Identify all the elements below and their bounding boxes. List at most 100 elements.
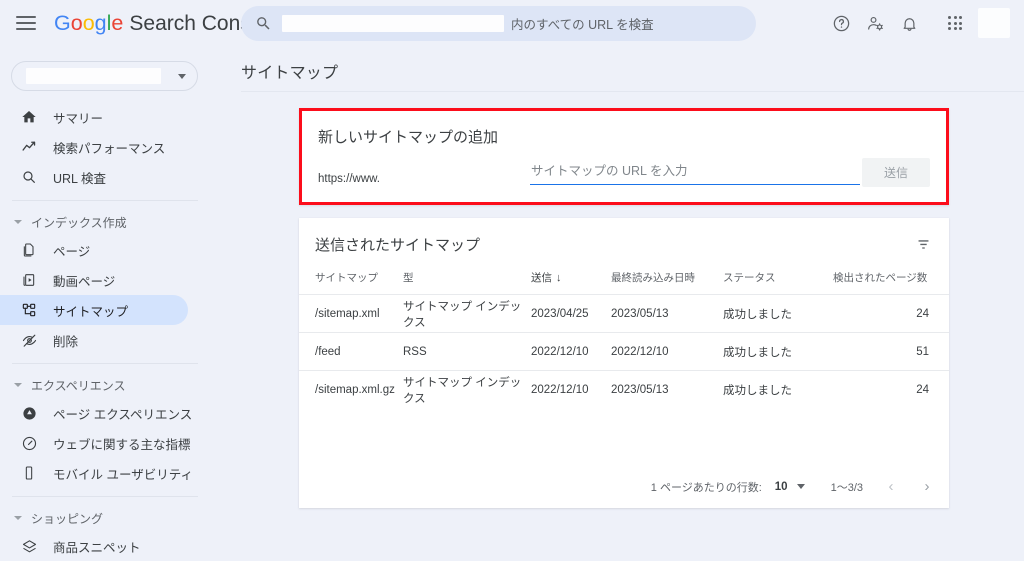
menu-icon[interactable] [16,16,36,30]
cell-discovered-pages: 51 [833,332,949,371]
sidebar-item-label: モバイル ユーザビリティ [53,467,193,482]
sidebar-section-indexing[interactable]: インデックス作成 [0,209,210,235]
sidebar-item-label: 検索パフォーマンス [53,141,166,156]
sidebar-divider [12,496,198,497]
status-badge: 成功しました [723,294,833,333]
search-icon [255,15,272,32]
title-divider [241,91,1024,92]
add-sitemap-card: 新しいサイトマップの追加 https://www. 送信 [299,108,949,205]
submitted-sitemaps-card: 送信されたサイトマップ サイトマップ 型 送信 ↓ 最終読み込み日時 ステータス … [299,218,949,508]
table-body: /sitemap.xml サイトマップ インデックス 2023/04/25 20… [299,294,949,409]
property-selector[interactable] [11,61,198,91]
chevron-down-icon [14,516,22,520]
sidebar-item-label: ウェブに関する主な指標 [53,437,191,452]
logo-letter-g2: g [94,10,107,35]
chevron-down-icon [14,220,22,224]
notifications-bell-icon[interactable] [892,6,926,40]
logo-letter-e: e [111,10,124,35]
sidebar-item-core-web-vitals[interactable]: ウェブに関する主な指標 [0,428,191,458]
sidebar-item-pages[interactable]: ページ [0,235,188,265]
table-row[interactable]: /feed RSS 2022/12/10 2022/12/10 成功しました 5… [299,332,949,371]
cell-sitemap: /feed [299,332,403,371]
cell-discovered-pages: 24 [833,294,949,333]
rows-per-page-value[interactable]: 10 [775,481,788,493]
sidebar-item-label: ページ エクスペリエンス [53,407,193,422]
sidebar-section-label: ショッピング [31,511,104,526]
sidebar-item-label: ページ [53,244,91,259]
sidebar-section-label: インデックス作成 [31,215,127,230]
sidebar-item-page-experience[interactable]: ページ エクスペリエンス [0,398,192,428]
add-sitemap-title: 新しいサイトマップの追加 [318,129,499,146]
cell-type: RSS [403,332,531,371]
domain-redacted [383,173,478,185]
table-row[interactable]: /sitemap.xml.gz サイトマップ インデックス 2022/12/10… [299,370,949,409]
logo-letter-g: G [54,10,71,35]
sidebar-section-shopping[interactable]: ショッピング [0,505,210,531]
sort-arrow-icon: ↓ [556,272,562,284]
sidebar-item-label: サマリー [53,111,104,126]
trending-up-icon [20,138,38,156]
url-prefix-label: https://www. [318,173,380,185]
status-badge: 成功しました [723,370,833,409]
search-icon [20,168,38,186]
rows-per-page-label: 1 ページあたりの行数: [650,481,762,494]
sidebar-item-product-snippets[interactable]: 商品スニペット [0,531,188,561]
page-experience-icon [20,404,38,422]
sitemap-url-input[interactable] [530,161,860,185]
sidebar-item-mobile-usability[interactable]: モバイル ユーザビリティ [0,458,193,488]
sitemap-url-field-wrap [530,161,860,185]
column-header-submitted[interactable]: 送信 ↓ [531,270,611,295]
search-placeholder: 内のすべての URL を検査 [511,18,654,32]
sidebar-divider [12,200,198,201]
chevron-down-icon[interactable] [796,484,805,489]
primary-nav: サマリー 検索パフォーマンス URL 検査 [0,102,210,192]
sidebar-item-summary[interactable]: サマリー [0,102,188,132]
column-header-discovered-pages[interactable]: 検出されたページ数 [833,270,949,295]
home-icon [20,108,38,126]
cell-submitted: 2022/12/10 [531,370,611,409]
sidebar-divider [12,363,198,364]
cell-sitemap: /sitemap.xml.gz [299,370,403,409]
cell-discovered-pages: 24 [833,370,949,409]
top-app-bar: Google Search Console 内のすべての URL を検査 [0,0,1024,46]
pages-icon [20,241,38,259]
sidebar-section-experience[interactable]: エクスペリエンス [0,372,210,398]
sidebar-section-label: エクスペリエンス [31,378,126,393]
previous-page-button[interactable]: ‹ [883,478,899,495]
core-web-vitals-icon [20,434,38,452]
next-page-button[interactable]: › [919,478,935,495]
apps-grid-icon[interactable] [938,6,972,40]
sidebar-item-video-pages[interactable]: 動画ページ [0,265,188,295]
top-bar-actions [824,0,1010,46]
table-row[interactable]: /sitemap.xml サイトマップ インデックス 2023/04/25 20… [299,294,949,333]
filter-list-icon[interactable] [913,234,933,254]
column-header-type[interactable]: 型 [403,270,531,295]
search-console-app: Google Search Console 内のすべての URL を検査 サマリ… [0,0,1024,561]
account-settings-icon[interactable] [858,6,892,40]
sidebar-item-search-performance[interactable]: 検索パフォーマンス [0,132,188,162]
page-title: サイトマップ [241,65,339,82]
column-header-last-read[interactable]: 最終読み込み日時 [611,270,723,295]
sidebar-item-label: 削除 [53,334,79,349]
sidebar-item-label: 商品スニペット [53,540,141,555]
column-header-submitted-label: 送信 [531,272,552,284]
submitted-sitemaps-header: 送信されたサイトマップ [299,218,949,270]
cell-last-read: 2023/05/13 [611,370,723,409]
layers-icon [20,537,38,555]
chevron-down-icon [14,383,22,387]
sidebar-item-sitemaps[interactable]: サイトマップ [0,295,188,325]
sidebar-item-url-inspection[interactable]: URL 検査 [0,162,188,192]
google-wordmark: Google [54,11,123,36]
help-icon[interactable] [824,6,858,40]
avatar[interactable] [978,8,1010,38]
inspect-url-search-bar[interactable]: 内のすべての URL を検査 [241,6,756,41]
cell-type: サイトマップ インデックス [403,294,531,333]
cell-type: サイトマップ インデックス [403,370,531,409]
eye-off-icon [20,331,38,349]
column-header-status[interactable]: ステータス [723,270,833,295]
cell-sitemap: /sitemap.xml [299,294,403,333]
column-header-sitemap[interactable]: サイトマップ [299,270,403,295]
sidebar-item-removals[interactable]: 削除 [0,325,188,355]
submit-button[interactable]: 送信 [862,158,930,187]
property-name-redacted [26,68,161,84]
